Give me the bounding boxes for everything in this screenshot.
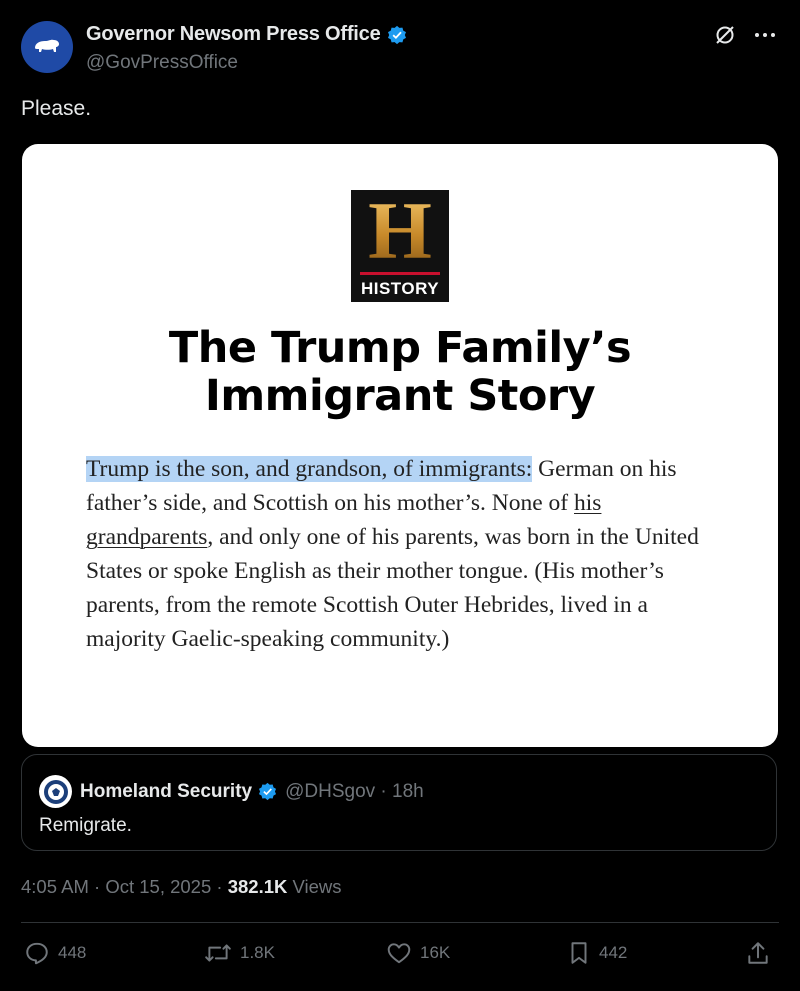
bookmark-icon — [571, 942, 587, 964]
grok-icon[interactable] — [714, 24, 736, 46]
dhs-seal-icon — [43, 779, 68, 804]
headline-line-1: The Trump Family’s — [168, 323, 632, 373]
bookmark-button[interactable]: 442 — [567, 940, 627, 966]
like-icon — [387, 943, 411, 964]
post-timestamp[interactable]: 4:05 AM · Oct 15, 2025 · — [21, 876, 228, 897]
quoted-post[interactable]: Homeland Security @DHSgov · 18h Remigrat… — [21, 754, 777, 851]
history-logo: H HISTORY — [351, 190, 449, 302]
bookmark-count: 442 — [599, 943, 628, 962]
share-icon — [748, 942, 768, 964]
divider — [21, 922, 779, 923]
more-icon[interactable] — [754, 32, 776, 38]
article-text: Trump is the son, and grandson, of immig… — [86, 452, 726, 656]
verified-badge-icon — [387, 25, 406, 44]
repost-button[interactable]: 1.8K — [204, 940, 275, 966]
logo-text: HISTORY — [360, 279, 440, 298]
share-button[interactable] — [746, 940, 770, 966]
top-actions — [714, 24, 776, 46]
media-image[interactable]: H HISTORY The Trump Family’s Immigrant S… — [22, 144, 778, 747]
like-button[interactable]: 16K — [386, 940, 450, 966]
reply-count: 448 — [58, 943, 87, 962]
post-meta: 4:05 AM · Oct 15, 2025 · 382.1K Views — [21, 876, 342, 898]
repost-icon — [205, 944, 231, 962]
quoted-header: Homeland Security @DHSgov · 18h — [39, 775, 424, 808]
action-bar: 448 1.8K 16K 442 — [24, 940, 776, 972]
reply-icon — [26, 942, 48, 965]
repost-count: 1.8K — [240, 943, 275, 962]
bear-icon — [35, 39, 59, 52]
views-label: Views — [287, 876, 342, 897]
logo-letter: H — [368, 185, 432, 276]
author-name[interactable]: Governor Newsom Press Office — [86, 23, 381, 46]
post-text: Please. — [21, 97, 92, 120]
verified-badge-icon — [259, 782, 277, 801]
views-count: 382.1K — [227, 876, 288, 897]
like-count: 16K — [420, 943, 451, 962]
quoted-avatar — [39, 775, 72, 808]
headline: The Trump Family’s Immigrant Story — [22, 324, 778, 420]
quoted-name: Homeland Security — [80, 780, 253, 802]
headline-line-2: Immigrant Story — [204, 371, 596, 421]
highlighted-text: Trump is the son, and grandson, of immig… — [86, 456, 533, 482]
reply-button[interactable]: 448 — [24, 940, 86, 966]
author-handle[interactable]: @GovPressOffice — [86, 52, 407, 74]
logo-rule — [360, 272, 440, 275]
author-block[interactable]: Governor Newsom Press Office @GovPressOf… — [86, 23, 407, 74]
quoted-handle-time: @DHSgov · 18h — [285, 780, 424, 802]
quoted-text: Remigrate. — [39, 815, 132, 836]
author-avatar[interactable] — [21, 21, 73, 73]
